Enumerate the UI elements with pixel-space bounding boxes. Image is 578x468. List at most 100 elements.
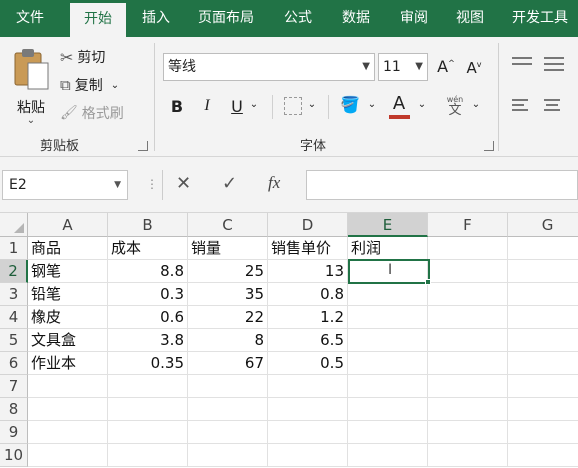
cell-d2[interactable]: 13 [268,260,348,283]
chevron-down-icon[interactable]: ⌄ [306,99,318,110]
align-center-icon[interactable] [544,99,560,111]
column-header-g[interactable]: G [508,213,578,237]
cell-f1[interactable] [428,237,508,260]
format-painter-button[interactable]: 🖌 格式刷 [60,103,124,123]
align-top-icon[interactable] [512,57,532,69]
cell-f8[interactable] [428,398,508,421]
cell-e9[interactable] [348,421,428,444]
cell-b1[interactable]: 成本 [108,237,188,260]
row-header-7[interactable]: 7 [0,375,28,398]
tab-data[interactable]: 数据 [330,0,382,37]
cell-e6[interactable] [348,352,428,375]
cell-f2[interactable] [428,260,508,283]
cell-e10[interactable] [348,444,428,467]
borders-icon[interactable] [284,97,302,115]
cell-g7[interactable] [508,375,578,398]
cell-a1[interactable]: 商品 [28,237,108,260]
row-header-5[interactable]: 5 [0,329,28,352]
cell-g1[interactable] [508,237,578,260]
align-middle-icon[interactable] [544,57,564,71]
cell-b3[interactable]: 0.3 [108,283,188,306]
column-header-b[interactable]: B [108,213,188,237]
name-box[interactable]: E2 ▼ [2,170,128,200]
tab-page-layout[interactable]: 页面布局 [188,0,264,37]
cell-e1[interactable]: 利润 [348,237,428,260]
cell-b5[interactable]: 3.8 [108,329,188,352]
cell-a3[interactable]: 铅笔 [28,283,108,306]
row-header-1[interactable]: 1 [0,237,28,260]
cell-a4[interactable]: 橡皮 [28,306,108,329]
row-header-6[interactable]: 6 [0,352,28,375]
italic-button[interactable]: I [198,97,216,115]
grow-font-button[interactable]: A^ [436,57,456,76]
align-left-icon[interactable] [512,99,528,111]
cell-b2[interactable]: 8.8 [108,260,188,283]
chevron-down-icon[interactable]: ⌄ [248,99,260,110]
paste-button[interactable]: 粘贴 ⌄ [8,45,54,129]
shrink-font-button[interactable]: Av [464,59,484,77]
cell-a10[interactable] [28,444,108,467]
cell-g4[interactable] [508,306,578,329]
tab-formulas[interactable]: 公式 [272,0,324,37]
tab-developer[interactable]: 开发工具 [502,0,578,37]
cell-a9[interactable] [28,421,108,444]
fill-handle[interactable] [425,279,431,285]
column-header-e[interactable]: E [348,213,428,237]
cancel-icon[interactable]: ✕ [176,173,191,194]
cell-d10[interactable] [268,444,348,467]
drag-handle-icon[interactable]: ⋮ [146,177,158,191]
cell-b7[interactable] [108,375,188,398]
cell-e5[interactable] [348,329,428,352]
cell-f4[interactable] [428,306,508,329]
cell-e7[interactable] [348,375,428,398]
row-header-9[interactable]: 9 [0,421,28,444]
cell-f3[interactable] [428,283,508,306]
cell-g2[interactable] [508,260,578,283]
tab-review[interactable]: 审阅 [388,0,440,37]
cell-g6[interactable] [508,352,578,375]
cell-c5[interactable]: 8 [188,329,268,352]
tab-file[interactable]: 文件 [2,0,58,37]
cell-c9[interactable] [188,421,268,444]
cell-a8[interactable] [28,398,108,421]
row-header-8[interactable]: 8 [0,398,28,421]
cell-g10[interactable] [508,444,578,467]
cell-f6[interactable] [428,352,508,375]
cut-button[interactable]: ✂ 剪切 [60,47,105,67]
cell-e3[interactable] [348,283,428,306]
row-header-2[interactable]: 2 [0,260,28,283]
cell-e4[interactable] [348,306,428,329]
cell-a7[interactable] [28,375,108,398]
cell-g9[interactable] [508,421,578,444]
column-header-c[interactable]: C [188,213,268,237]
row-header-10[interactable]: 10 [0,444,28,467]
cell-c2[interactable]: 25 [188,260,268,283]
cell-b4[interactable]: 0.6 [108,306,188,329]
fill-color-icon[interactable]: 🪣 [340,95,360,114]
cell-d1[interactable]: 销售单价 [268,237,348,260]
tab-insert[interactable]: 插入 [128,0,184,37]
cell-d5[interactable]: 6.5 [268,329,348,352]
cell-f5[interactable] [428,329,508,352]
cell-a6[interactable]: 作业本 [28,352,108,375]
clipboard-dialog-launcher-icon[interactable] [138,141,148,151]
column-header-d[interactable]: D [268,213,348,237]
cell-c10[interactable] [188,444,268,467]
cell-f9[interactable] [428,421,508,444]
row-header-4[interactable]: 4 [0,306,28,329]
cell-d7[interactable] [268,375,348,398]
enter-icon[interactable]: ✓ [222,173,237,194]
bold-button[interactable]: B [168,97,186,116]
copy-button[interactable]: ⧉ 复制 ⌄ [60,75,119,95]
cell-g8[interactable] [508,398,578,421]
cell-f7[interactable] [428,375,508,398]
formula-input[interactable] [306,170,578,200]
cell-d8[interactable] [268,398,348,421]
cell-g3[interactable] [508,283,578,306]
cell-b10[interactable] [108,444,188,467]
cell-c3[interactable]: 35 [188,283,268,306]
cell-a5[interactable]: 文具盒 [28,329,108,352]
cell-b8[interactable] [108,398,188,421]
cell-c8[interactable] [188,398,268,421]
font-dialog-launcher-icon[interactable] [484,141,494,151]
